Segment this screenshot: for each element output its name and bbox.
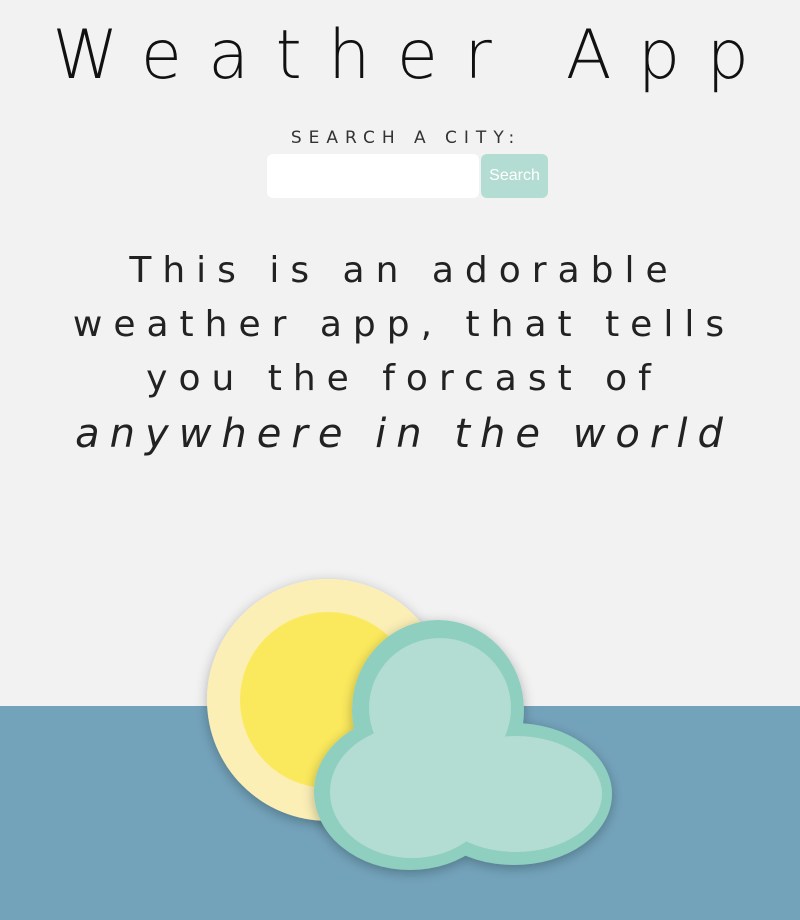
search-button[interactable]: Search xyxy=(481,154,548,198)
page-title-text: Weather App xyxy=(51,16,776,95)
search-label: SEARCH A CITY: xyxy=(290,128,522,148)
intro-line-3: you the forcast of xyxy=(146,358,662,399)
sun-behind-cloud-icon xyxy=(207,579,612,870)
intro-emphasis: anywhere in the world xyxy=(75,411,733,457)
page-title: Weather App xyxy=(0,14,800,98)
intro-text: This is an adorable weather app, that te… xyxy=(0,244,800,464)
intro-line-1: This is an adorable xyxy=(129,250,679,291)
city-search-input[interactable] xyxy=(267,154,479,198)
intro-line-2: weather app, that tells xyxy=(72,304,736,345)
